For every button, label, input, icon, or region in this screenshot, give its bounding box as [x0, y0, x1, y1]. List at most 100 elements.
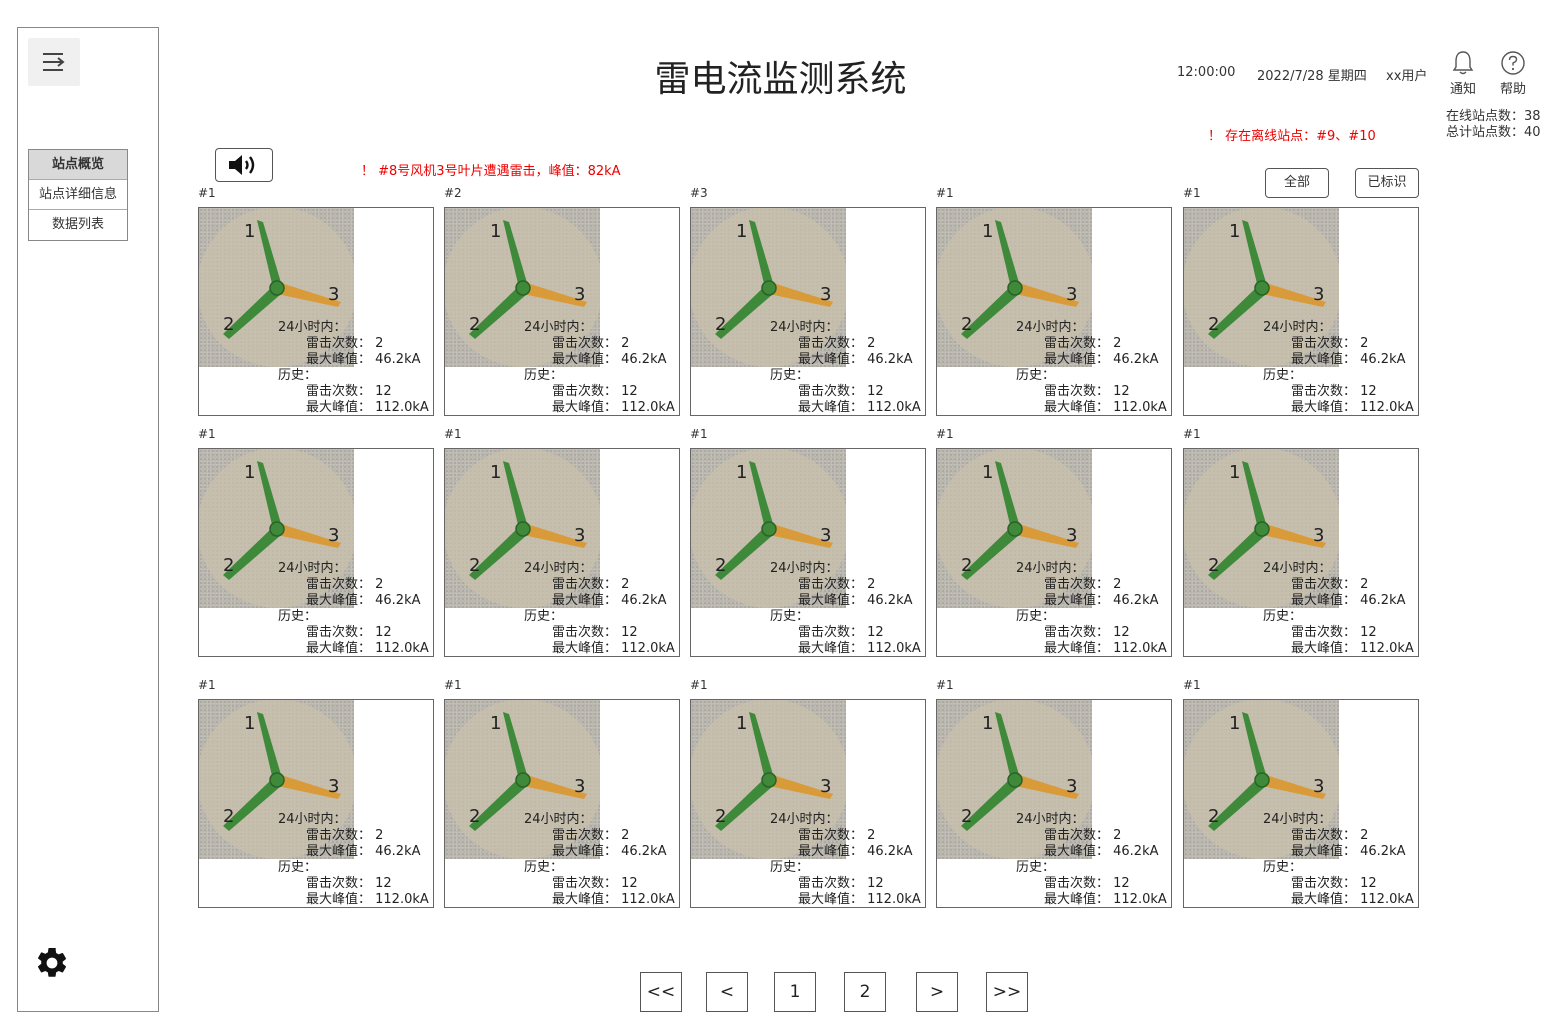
- blade-3-label: 3: [1066, 525, 1077, 546]
- blade-1-label: 1: [982, 462, 993, 483]
- blade-3-label: 3: [1313, 776, 1324, 797]
- history-strike-count: 雷击次数： 12: [552, 625, 638, 640]
- station-card[interactable]: 1 2 3 24小时内： 雷击次数： 2 最大峰值： 46.2kA 历史： 雷击次数： 12 最…: [690, 699, 926, 908]
- history-heading: 历史：: [278, 368, 318, 383]
- hub-shape: [1007, 280, 1023, 296]
- station-card[interactable]: 1 2 3 24小时内： 雷击次数： 2 最大峰值： 46.2kA 历史： 雷击次数： 12 最…: [690, 207, 926, 416]
- blade-2-label: 2: [715, 555, 726, 576]
- station-card[interactable]: 1 2 3 24小时内： 雷击次数： 2 最大峰值： 46.2kA 历史： 雷击次数： 12 最…: [936, 699, 1172, 908]
- settings-button[interactable]: [34, 945, 74, 985]
- station-card[interactable]: 1 2 3 24小时内： 雷击次数： 2 最大峰值： 46.2kA 历史： 雷击次数： 12 最…: [1183, 699, 1419, 908]
- station-card[interactable]: 1 2 3 24小时内： 雷击次数： 2 最大峰值： 46.2kA 历史： 雷击次数： 12 最…: [198, 448, 434, 657]
- page-button-1[interactable]: <: [706, 972, 748, 1012]
- blade-2-label: 2: [715, 806, 726, 827]
- sound-toggle-button[interactable]: [215, 148, 273, 182]
- station-id-label: #1: [198, 678, 216, 692]
- history-strike-count: 雷击次数： 12: [1291, 625, 1377, 640]
- blade-2-label: 2: [1208, 314, 1219, 335]
- h24-strike-count: 雷击次数： 2: [306, 336, 384, 351]
- station-card[interactable]: 1 2 3 24小时内： 雷击次数： 2 最大峰值： 46.2kA 历史： 雷击次数： 12 最…: [198, 699, 434, 908]
- h24-heading: 24小时内：: [1016, 320, 1085, 335]
- history-heading: 历史：: [1016, 860, 1056, 875]
- history-heading: 历史：: [524, 368, 564, 383]
- page-button-0[interactable]: <<: [640, 972, 682, 1012]
- filter-all-button[interactable]: 全部: [1265, 168, 1329, 198]
- station-card[interactable]: 1 2 3 24小时内： 雷击次数： 2 最大峰值： 46.2kA 历史： 雷击次数： 12 最…: [444, 448, 680, 657]
- history-peak-value: 最大峰值： 112.0kA: [306, 641, 429, 656]
- station-id-label: #1: [690, 678, 708, 692]
- h24-heading: 24小时内：: [524, 812, 593, 827]
- h24-heading: 24小时内：: [278, 561, 347, 576]
- h24-heading: 24小时内：: [1263, 812, 1332, 827]
- history-heading: 历史：: [770, 609, 810, 624]
- hub-shape: [269, 521, 285, 537]
- station-card[interactable]: 1 2 3 24小时内： 雷击次数： 2 最大峰值： 46.2kA 历史： 雷击次数： 12 最…: [1183, 448, 1419, 657]
- station-card[interactable]: 1 2 3 24小时内： 雷击次数： 2 最大峰值： 46.2kA 历史： 雷击次数： 12 最…: [936, 448, 1172, 657]
- h24-heading: 24小时内：: [770, 320, 839, 335]
- history-heading: 历史：: [1263, 860, 1303, 875]
- station-id-label: #1: [936, 427, 954, 441]
- h24-strike-count: 雷击次数： 2: [552, 336, 630, 351]
- sidebar-item-2[interactable]: 数据列表: [29, 210, 127, 240]
- hub-shape: [515, 772, 531, 788]
- history-strike-count: 雷击次数： 12: [798, 384, 884, 399]
- sidebar-nav: 站点概览 站点详细信息 数据列表: [28, 149, 128, 241]
- station-card[interactable]: 1 2 3 24小时内： 雷击次数： 2 最大峰值： 46.2kA 历史： 雷击次数： 12 最…: [936, 207, 1172, 416]
- station-id-label: #1: [444, 678, 462, 692]
- history-peak-value: 最大峰值： 112.0kA: [798, 400, 921, 415]
- hub-shape: [1254, 280, 1270, 296]
- station-card[interactable]: 1 2 3 24小时内： 雷击次数： 2 最大峰值： 46.2kA 历史： 雷击次数： 12 最…: [1183, 207, 1419, 416]
- history-peak-value: 最大峰值： 112.0kA: [306, 892, 429, 907]
- h24-strike-count: 雷击次数： 2: [798, 577, 876, 592]
- h24-peak-value: 最大峰值： 46.2kA: [1044, 593, 1159, 608]
- history-strike-count: 雷击次数： 12: [1044, 876, 1130, 891]
- notify-label: 通知: [1449, 82, 1476, 97]
- help-circle-icon: [1501, 51, 1525, 75]
- blade-3-label: 3: [820, 776, 831, 797]
- blade-2-label: 2: [223, 555, 234, 576]
- notify-button[interactable]: 通知: [1443, 50, 1483, 97]
- history-peak-value: 最大峰值： 112.0kA: [552, 892, 675, 907]
- page-button-2[interactable]: 1: [774, 972, 816, 1012]
- h24-strike-count: 雷击次数： 2: [1044, 577, 1122, 592]
- hub-shape: [269, 772, 285, 788]
- history-strike-count: 雷击次数： 12: [552, 876, 638, 891]
- sidebar-item-0[interactable]: 站点概览: [29, 150, 127, 180]
- blade-3-label: 3: [574, 525, 585, 546]
- h24-strike-count: 雷击次数： 2: [798, 336, 876, 351]
- station-id-label: #2: [444, 186, 462, 200]
- station-stats: 在线站点数：38 总计站点数：40: [1446, 109, 1541, 141]
- blade-2-label: 2: [961, 555, 972, 576]
- blade-2-label: 2: [961, 314, 972, 335]
- h24-heading: 24小时内：: [1263, 561, 1332, 576]
- h24-peak-value: 最大峰值： 46.2kA: [306, 844, 421, 859]
- blade-2-label: 2: [469, 314, 480, 335]
- h24-peak-value: 最大峰值： 46.2kA: [552, 593, 667, 608]
- help-button[interactable]: 帮助: [1493, 50, 1533, 97]
- page-button-4[interactable]: >: [916, 972, 958, 1012]
- history-heading: 历史：: [1016, 368, 1056, 383]
- h24-heading: 24小时内：: [1016, 561, 1085, 576]
- history-peak-value: 最大峰值： 112.0kA: [1044, 641, 1167, 656]
- station-id-label: #1: [936, 678, 954, 692]
- h24-heading: 24小时内：: [770, 812, 839, 827]
- page-button-5[interactable]: >>: [986, 972, 1028, 1012]
- blade-1-label: 1: [736, 462, 747, 483]
- station-id-label: #1: [198, 427, 216, 441]
- h24-strike-count: 雷击次数： 2: [552, 828, 630, 843]
- station-id-label: #1: [1183, 427, 1201, 441]
- filter-marked-button[interactable]: 已标识: [1355, 168, 1419, 198]
- station-card[interactable]: 1 2 3 24小时内： 雷击次数： 2 最大峰值： 46.2kA 历史： 雷击次数： 12 最…: [198, 207, 434, 416]
- history-heading: 历史：: [770, 860, 810, 875]
- hub-shape: [269, 280, 285, 296]
- h24-strike-count: 雷击次数： 2: [1291, 577, 1369, 592]
- page-button-3[interactable]: 2: [844, 972, 886, 1012]
- sidebar-item-1[interactable]: 站点详细信息: [29, 180, 127, 210]
- user-menu[interactable]: xx用户: [1386, 65, 1427, 84]
- history-heading: 历史：: [278, 609, 318, 624]
- online-count: 在线站点数：38: [1446, 109, 1541, 124]
- station-card[interactable]: 1 2 3 24小时内： 雷击次数： 2 最大峰值： 46.2kA 历史： 雷击次数： 12 最…: [444, 207, 680, 416]
- h24-peak-value: 最大峰值： 46.2kA: [1291, 844, 1406, 859]
- station-card[interactable]: 1 2 3 24小时内： 雷击次数： 2 最大峰值： 46.2kA 历史： 雷击次数： 12 最…: [690, 448, 926, 657]
- station-card[interactable]: 1 2 3 24小时内： 雷击次数： 2 最大峰值： 46.2kA 历史： 雷击次数： 12 最…: [444, 699, 680, 908]
